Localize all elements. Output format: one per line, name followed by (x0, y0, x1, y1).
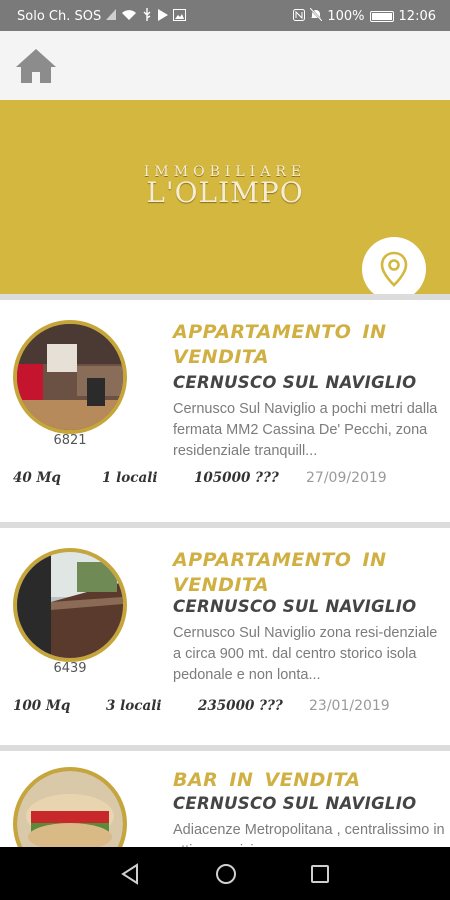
status-bar: Solo Ch. SOS 100% 12:06 (0, 0, 450, 31)
play-store-icon (157, 8, 169, 24)
listing-rooms: 1 locali (102, 470, 158, 486)
usb-icon (142, 8, 152, 24)
battery-icon (369, 10, 394, 22)
listing-photo (13, 320, 127, 434)
listing-description: Cernusco Sul Naviglio a pochi metri dall… (173, 401, 438, 459)
status-left: Solo Ch. SOS (17, 8, 187, 24)
listing-description: Cernusco Sul Naviglio zona resi-denziale… (173, 625, 438, 683)
listing-title[interactable]: APPARTAMENTO IN VENDITA (173, 320, 443, 370)
listing-city: CERNUSCO SUL NAVIGLIO (173, 597, 417, 616)
company-logo: IMMOBILIARE L'OLIMPO (0, 164, 450, 209)
circle-home-icon[interactable] (212, 860, 240, 888)
listing-title[interactable]: APPARTAMENTO IN VENDITA (173, 548, 443, 598)
logo-main-text: L'OLIMPO (146, 176, 304, 209)
map-pin-button[interactable] (362, 237, 426, 301)
listing-ref: 6439 (53, 661, 87, 676)
listing-date: 27/09/2019 (306, 470, 387, 486)
battery-percent: 100% (327, 8, 365, 24)
listing-ref: 6821 (53, 433, 87, 448)
listing-date: 23/01/2019 (309, 698, 390, 714)
listing-price: 235000 ??? (198, 698, 283, 714)
listing-photo (13, 548, 127, 662)
listing-card[interactable]: 6439 APPARTAMENTO IN VENDITA CERNUSCO SU… (0, 528, 450, 750)
listing-area: 40 Mq (13, 470, 61, 486)
system-nav-bar (0, 847, 450, 900)
recents-icon[interactable] (306, 860, 334, 888)
listing-rooms: 3 locali (106, 698, 162, 714)
nfc-icon (293, 8, 306, 24)
signal-icon (106, 9, 117, 23)
listing-city: CERNUSCO SUL NAVIGLIO (173, 373, 417, 392)
image-icon (173, 8, 187, 24)
listing-title[interactable]: BAR IN VENDITA (173, 768, 443, 793)
clock: 12:06 (398, 8, 436, 24)
listing-area: 100 Mq (13, 698, 71, 714)
listing-photo (13, 767, 127, 847)
back-icon[interactable] (117, 860, 145, 888)
mute-icon (309, 7, 324, 24)
listing-card[interactable]: 6821 APPARTAMENTO IN VENDITA CERNUSCO SU… (0, 300, 450, 522)
carrier-text: Solo Ch. SOS (17, 8, 102, 24)
home-icon[interactable] (14, 47, 58, 85)
header-banner: IMMOBILIARE L'OLIMPO (0, 100, 450, 301)
listing-city: CERNUSCO SUL NAVIGLIO (173, 794, 417, 813)
app-bar (0, 31, 450, 100)
map-pin-icon (380, 251, 408, 287)
listing-price: 105000 ??? (194, 470, 279, 486)
listing-card[interactable]: BAR IN VENDITA CERNUSCO SUL NAVIGLIO Adi… (0, 751, 450, 847)
status-right: 100% 12:06 (293, 7, 436, 24)
wifi-icon (121, 9, 137, 24)
listing-description: Adiacenze Metropolitana , centralissimo … (173, 822, 445, 847)
